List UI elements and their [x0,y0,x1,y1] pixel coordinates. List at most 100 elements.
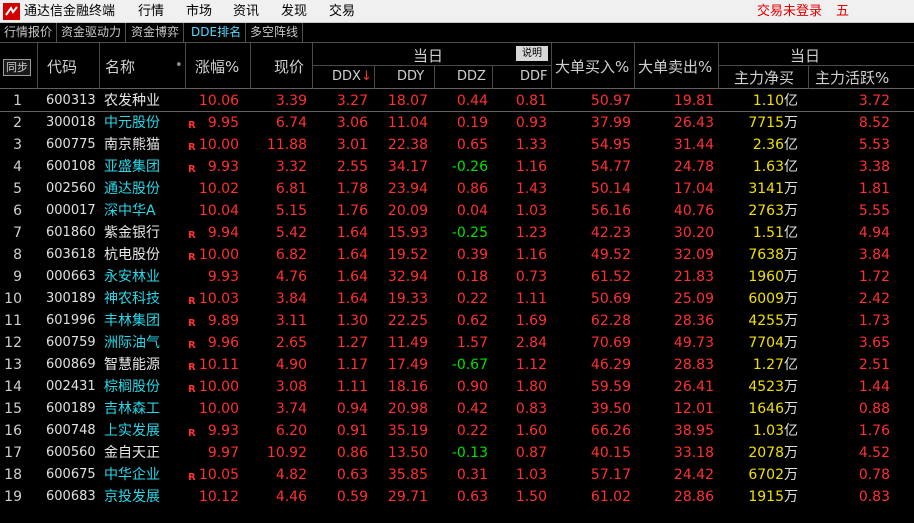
cell-ddy: 18.16 [387,379,428,395]
table-row[interactable]: 3 600775 南京熊猫 R 10.00 11.88 3.01 22.38 0.65 1.33 5… [0,134,914,156]
col-ddz[interactable]: DDZ [457,69,486,84]
col-name[interactable]: 名称 [105,56,135,77]
cell-name: 神农科技 [104,291,160,307]
sync-button[interactable]: 同步 [3,59,31,76]
tab-long-short[interactable]: 多空阵线 [246,23,304,43]
cell-ddx: 0.59 [336,489,368,505]
cell-active-pct: 0.88 [858,401,890,417]
table-row[interactable]: 11 601996 丰林集团 R 9.89 3.11 1.30 22.25 0.62 1.69 62… [0,310,914,332]
cell-ddz: 0.22 [456,423,488,439]
table-row[interactable]: 7 601860 紫金银行 R 9.94 5.42 1.64 15.93 -0.25 1.23 42… [0,222,914,244]
cell-big-sell: 49.73 [673,335,714,351]
col-ddy[interactable]: DDY [397,69,424,84]
cell-ddf: 1.03 [515,203,547,219]
cell-ddx: 1.64 [336,269,368,285]
cell-ddy: 20.09 [387,203,428,219]
cell-name: 棕榈股份 [104,379,160,395]
cell-index: 10 [4,291,22,307]
level-indicator[interactable]: 五 [836,3,849,20]
tab-quote[interactable]: 行情报价 [0,23,58,43]
cell-code: 000017 [46,203,96,218]
cell-big-sell: 38.95 [673,423,714,439]
menu-quotes[interactable]: 行情 [138,3,164,20]
explain-button[interactable]: 说明 [516,46,548,61]
cell-change-pct: 10.05 [198,467,239,483]
cell-big-buy: 49.52 [590,247,631,263]
cell-big-buy: 42.23 [590,225,631,241]
col-ddf[interactable]: DDF [520,69,548,84]
cell-ddx: 1.76 [336,203,368,219]
menu-news[interactable]: 资讯 [233,3,259,20]
cell-ddf: 1.43 [515,181,547,197]
table-row[interactable]: 14 002431 棕榈股份 R 10.00 3.08 1.11 18.16 0.90 1.80 5… [0,376,914,398]
cell-ddz: 0.65 [456,137,488,153]
menu-discover[interactable]: 发现 [281,3,307,20]
cell-price: 5.42 [275,225,307,241]
table-row[interactable]: 17 600560 金自天正 9.97 10.92 0.86 13.50 -0.13 0.87 4… [0,442,914,464]
tab-fund-drive[interactable]: 资金驱动力 [57,23,127,43]
table-row[interactable]: 13 600869 智慧能源 R 10.11 4.90 1.17 17.49 -0.67 1.12… [0,354,914,376]
table-row[interactable]: 2 300018 中元股份 R 9.95 6.74 3.06 11.04 0.19 0.93 37.… [0,112,914,134]
col-ddx[interactable]: DDX↓ [332,69,372,84]
cell-big-buy: 50.69 [590,291,631,307]
table-row[interactable]: 10 300189 神农科技 R 10.03 3.84 1.64 19.33 0.22 1.11 5… [0,288,914,310]
table-row[interactable]: 19 600683 京投发展 10.12 4.46 0.59 29.71 0.63 1.50 61… [0,486,914,508]
cell-big-sell: 28.36 [673,313,714,329]
cell-ddf: 0.93 [515,115,547,131]
cell-active-pct: 1.76 [858,423,890,439]
table-row[interactable]: 15 600189 吉林森工 10.00 3.74 0.94 20.98 0.42 0.83 39… [0,398,914,420]
cell-index: 14 [4,379,22,395]
app-logo-icon [3,3,20,20]
cell-ddx: 0.91 [336,423,368,439]
table-row[interactable]: 9 000663 永安林业 9.93 4.76 1.64 32.94 0.18 0.73 61.5… [0,266,914,288]
table-row[interactable]: 18 600675 中华企业 R 10.05 4.82 0.63 35.85 0.31 1.03 5… [0,464,914,486]
col-net-buy[interactable]: 主力净买 [734,67,794,88]
cell-ddy: 29.71 [387,489,428,505]
cell-big-buy: 39.50 [590,401,631,417]
cell-price: 11.88 [266,137,307,153]
cell-index: 7 [13,225,22,241]
cell-name: 丰林集团 [104,313,160,329]
cell-big-sell: 21.83 [673,269,714,285]
col-big-buy[interactable]: 大单买入% [555,56,629,77]
menu-trade[interactable]: 交易 [329,3,355,20]
cell-big-buy: 56.16 [590,203,631,219]
table-row[interactable]: 12 600759 洲际油气 R 9.96 2.65 1.27 11.49 1.57 2.84 70… [0,332,914,354]
col-active-pct[interactable]: 主力活跃% [815,67,889,88]
cell-big-buy: 50.14 [590,181,631,197]
cell-name: 中华企业 [104,467,160,483]
cell-change-pct: 9.93 [207,423,239,439]
cell-price: 4.46 [275,489,307,505]
cell-name: 通达股份 [104,181,160,197]
cell-change-pct: 10.00 [198,401,239,417]
cell-big-buy: 50.97 [590,93,631,109]
table-row[interactable]: 6 000017 深中华A 10.04 5.15 1.76 20.09 0.04 1.03 56.… [0,200,914,222]
cell-ddz: 0.42 [456,401,488,417]
cell-price: 4.76 [275,269,307,285]
table-row[interactable]: 8 603618 杭电股份 R 10.00 6.82 1.64 19.52 0.39 1.16 49… [0,244,914,266]
table-row[interactable]: 5 002560 通达股份 10.02 6.81 1.78 23.94 0.86 1.43 50.… [0,178,914,200]
tab-dde-rank[interactable]: DDE排名 [187,23,247,43]
table-row[interactable]: 16 600748 上实发展 R 9.93 6.20 0.91 35.19 0.22 1.60 66… [0,420,914,442]
table-row[interactable]: 4 600108 亚盛集团 R 9.93 3.32 2.55 34.17 -0.26 1.16 54… [0,156,914,178]
cell-price: 3.84 [275,291,307,307]
cell-code: 601996 [46,313,96,328]
cell-price: 6.81 [275,181,307,197]
cell-big-sell: 24.78 [673,159,714,175]
cell-active-pct: 0.83 [858,489,890,505]
cell-ddf: 1.03 [515,467,547,483]
menu-market[interactable]: 市场 [186,3,212,20]
col-price[interactable]: 现价 [274,56,304,77]
cell-ddx: 1.64 [336,291,368,307]
cell-code: 300018 [46,115,96,130]
cell-change-pct: 9.89 [207,313,239,329]
cell-ddy: 13.50 [387,445,428,461]
col-big-sell[interactable]: 大单卖出% [638,56,712,77]
cell-ddz: 0.62 [456,313,488,329]
col-code[interactable]: 代码 [47,56,77,77]
cell-code: 600748 [46,423,96,438]
tab-fund-game[interactable]: 资金博弈 [127,23,185,43]
table-row[interactable]: 1 600313 农发种业 10.06 3.39 3.27 18.07 0.44 0.81 50.… [0,90,914,112]
col-change-pct[interactable]: 涨幅% [195,56,239,77]
trade-login-status[interactable]: 交易未登录 [757,3,822,20]
